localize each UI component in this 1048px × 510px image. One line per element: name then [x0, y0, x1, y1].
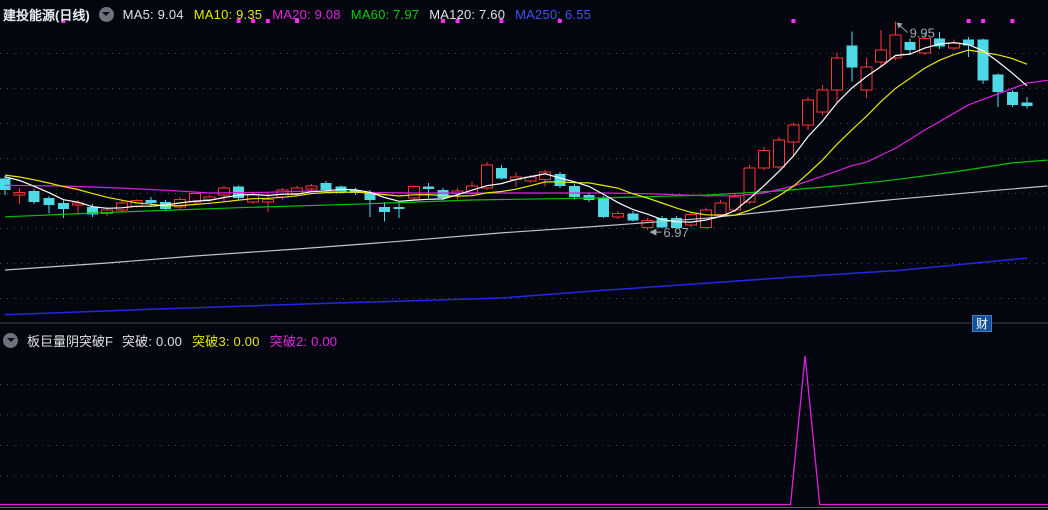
panel-divider[interactable]: [0, 322, 1048, 324]
ma-legend-MA20: MA20: 9.08: [272, 6, 341, 22]
chevron-down-icon[interactable]: [3, 332, 18, 348]
low-price-label: 6.97: [663, 225, 688, 240]
price-gridlines: [0, 53, 1048, 299]
ma-legend-MA250: MA250: 6.55: [515, 6, 592, 22]
indicator-gridlines: [0, 384, 1048, 477]
breakout-signal-line: [0, 355, 1048, 506]
finance-badge[interactable]: 财: [972, 315, 992, 332]
ma-legend: MA5: 9.04 MA10: 9.35 MA20: 9.08 MA60: 7.97 M…: [123, 7, 591, 22]
main-chart-header: 建投能源(日线) MA5: 9.04 MA10: 9.35 MA20: 9.08 MA…: [0, 0, 591, 28]
ma-legend-MA60: MA60: 7.97: [350, 6, 420, 22]
indicator-field-突破2: 突破2: 0.00: [269, 333, 338, 349]
trading-app-window: { "header": { "title": "建投能源(日线)", "mas"…: [0, 0, 1048, 510]
indicator-title: 板巨量阴突破F: [27, 333, 113, 349]
stock-title: 建投能源(日线): [3, 7, 90, 23]
indicator-field-突破: 突破: 0.00: [121, 333, 183, 349]
ma10-line: [4, 49, 1028, 216]
chevron-down-icon[interactable]: [98, 6, 114, 22]
indicator-values: 突破: 0.00 突破3: 0.00 突破2: 0.00: [122, 331, 337, 350]
high-price-label: 9.95: [910, 26, 935, 41]
ma-legend-MA120: MA120: 7.60: [429, 6, 506, 22]
indicator-field-突破3: 突破3: 0.00: [192, 333, 260, 349]
main-price-chart[interactable]: 9.95 6.97: [0, 16, 1048, 322]
ma5-line: [4, 41, 1028, 223]
ma250-line: [4, 257, 1028, 316]
ma-legend-MA10: MA10: 9.35: [193, 6, 263, 22]
indicator-header: 板巨量阴突破F 突破: 0.00 突破3: 0.00 突破2: 0.00: [0, 330, 337, 350]
ma-legend-MA5: MA5: 9.04: [122, 6, 184, 22]
indicator-chart[interactable]: [0, 352, 1048, 508]
window-bottom-border: [0, 507, 1048, 508]
